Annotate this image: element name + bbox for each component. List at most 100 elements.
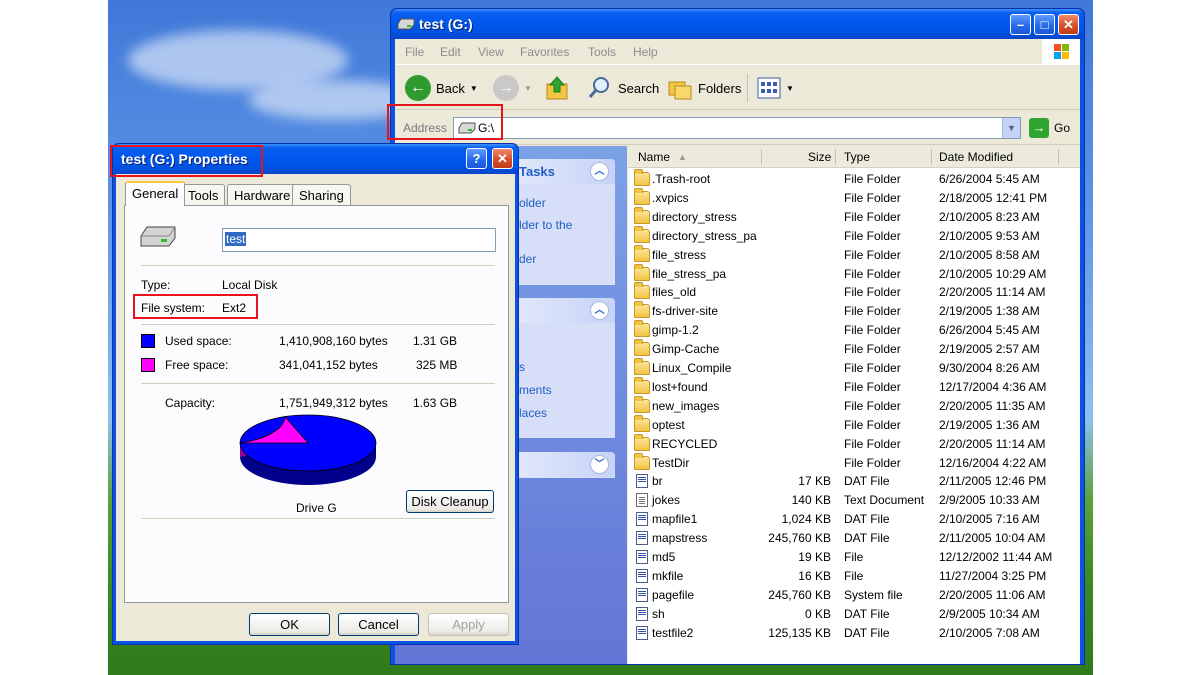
column-header-type[interactable]: Type	[844, 150, 870, 164]
volume-label-input[interactable]: test	[222, 228, 496, 252]
free-space-label: Free space:	[165, 358, 229, 372]
file-size: 17 KB	[798, 474, 831, 489]
task-link[interactable]: der	[519, 252, 536, 266]
apply-button[interactable]: Apply	[428, 613, 509, 636]
column-separator[interactable]	[931, 149, 932, 165]
file-row[interactable]: TestDir File Folder 12/16/2004 4:22 AM	[628, 452, 1080, 473]
task-link[interactable]: older	[519, 196, 546, 210]
file-row[interactable]: files_old File Folder 2/20/2005 11:14 AM	[628, 282, 1080, 302]
file-date-modified: 6/26/2004 5:45 AM	[939, 323, 1040, 338]
file-icon	[636, 531, 648, 546]
help-icon: ?	[472, 151, 481, 166]
task-link[interactable]: laces	[519, 406, 547, 420]
help-button[interactable]: ?	[466, 148, 487, 169]
file-row[interactable]: fs-driver-site File Folder 2/19/2005 1:38 …	[628, 301, 1080, 321]
file-date-modified: 2/10/2005 8:23 AM	[939, 209, 1040, 224]
file-row[interactable]: optest File Folder 2/19/2005 1:36 AM	[628, 414, 1080, 435]
file-row[interactable]: pagefile 245,760 KB System file 2/20/2005 1…	[628, 586, 1080, 605]
close-button[interactable]: ✕	[492, 148, 513, 169]
file-row[interactable]: mapstress 245,760 KB DAT File 2/11/2005 10:…	[628, 529, 1080, 548]
file-row[interactable]: directory_stress File Folder 2/10/2005 8:2…	[628, 206, 1080, 227]
file-name: files_old	[652, 285, 697, 300]
chevron-down-icon: ▼	[524, 83, 532, 93]
explorer-titlebar[interactable]: test (G:) – □ ✕	[391, 9, 1084, 39]
search-button[interactable]: Search	[587, 74, 659, 102]
column-header-size[interactable]: Size	[808, 150, 831, 164]
close-icon: ✕	[497, 151, 508, 166]
file-type: File Folder	[844, 172, 901, 186]
menu-help[interactable]: Help	[633, 45, 658, 59]
column-separator[interactable]	[1058, 149, 1059, 165]
file-row[interactable]: mkfile 16 KB File 11/27/2004 3:25 PM	[628, 567, 1080, 586]
screenshot-stage: test (G:) – □ ✕ File Edit View Favorites…	[0, 0, 1200, 675]
file-row[interactable]: br 17 KB DAT File 2/11/2005 12:46 PM	[628, 472, 1080, 491]
folders-button[interactable]: Folders	[667, 74, 741, 102]
file-row[interactable]: mapfile1 1,024 KB DAT File 2/10/2005 7:16 A…	[628, 510, 1080, 529]
address-dropdown-button[interactable]: ▼	[1002, 118, 1020, 138]
chevron-up-icon[interactable]: ︿	[590, 301, 609, 320]
file-row[interactable]: Gimp-Cache File Folder 2/19/2005 2:57 AM	[628, 339, 1080, 359]
file-row[interactable]: lost+found File Folder 12/17/2004 4:36 AM	[628, 376, 1080, 397]
file-row[interactable]: jokes 140 KB Text Document 2/9/2005 10:33 A…	[628, 491, 1080, 510]
task-link[interactable]: lder to the	[519, 218, 572, 232]
file-row[interactable]: .xvpics File Folder 2/18/2005 12:41 PM	[628, 187, 1080, 208]
back-arrow-icon: ←	[405, 75, 431, 101]
column-separator[interactable]	[835, 149, 836, 165]
file-size: 16 KB	[798, 568, 831, 583]
tab-sharing[interactable]: Sharing	[292, 184, 351, 205]
file-row[interactable]: RECYCLED File Folder 2/20/2005 11:14 AM	[628, 433, 1080, 454]
chevron-up-icon[interactable]: ︿	[590, 162, 609, 181]
menu-file[interactable]: File	[405, 45, 424, 59]
file-row[interactable]: gimp-1.2 File Folder 6/26/2004 5:45 AM	[628, 320, 1080, 340]
file-type: File Folder	[844, 417, 901, 432]
menu-favorites[interactable]: Favorites	[520, 45, 569, 59]
file-row[interactable]: testfile2 125,135 KB DAT File 2/10/2005 7:0…	[628, 624, 1080, 643]
go-label: Go	[1054, 121, 1071, 135]
address-input[interactable]: G:\ ▼	[453, 117, 1021, 139]
menu-tools[interactable]: Tools	[588, 45, 616, 59]
file-row[interactable]: new_images File Folder 2/20/2005 11:35 AM	[628, 395, 1080, 416]
drive-icon	[397, 18, 415, 30]
views-button[interactable]: ▼	[757, 74, 794, 102]
tab-tools-label: Tools	[188, 188, 219, 203]
up-button[interactable]	[545, 74, 569, 102]
file-name: Gimp-Cache	[652, 342, 720, 357]
ok-button[interactable]: OK	[249, 613, 330, 636]
separator	[141, 518, 495, 520]
task-link[interactable]: ments	[519, 383, 552, 397]
column-header-date-modified[interactable]: Date Modified	[939, 150, 1013, 164]
folder-icon	[634, 395, 650, 413]
back-button[interactable]: ← Back ▼	[405, 74, 478, 102]
file-name: new_images	[652, 398, 720, 413]
file-type: DAT File	[844, 625, 890, 640]
column-separator[interactable]	[761, 149, 762, 165]
file-date-modified: 2/19/2005 2:57 AM	[939, 342, 1040, 357]
file-row[interactable]: file_stress File Folder 2/10/2005 8:58 AM	[628, 244, 1080, 265]
file-type: File Folder	[844, 266, 901, 281]
column-header-name[interactable]: Name	[638, 150, 670, 164]
file-row[interactable]: directory_stress_pa File Folder 2/10/2005 …	[628, 225, 1080, 246]
cancel-button[interactable]: Cancel	[338, 613, 419, 636]
maximize-button[interactable]: □	[1034, 14, 1055, 35]
tab-tools[interactable]: Tools	[181, 184, 226, 205]
minimize-button[interactable]: –	[1010, 14, 1031, 35]
close-button[interactable]: ✕	[1058, 14, 1079, 35]
go-button[interactable]: → Go	[1029, 118, 1070, 138]
file-date-modified: 2/20/2005 11:06 AM	[939, 587, 1046, 602]
chevron-down-icon[interactable]: ﹀	[590, 455, 609, 474]
file-row[interactable]: md5 19 KB File 12/12/2002 11:44 AM	[628, 548, 1080, 567]
menu-view[interactable]: View	[478, 45, 504, 59]
tab-general[interactable]: General	[125, 181, 186, 206]
file-row[interactable]: file_stress_pa File Folder 2/10/2005 10:29…	[628, 263, 1080, 284]
file-type: DAT File	[844, 474, 890, 489]
file-row[interactable]: .Trash-root File Folder 6/26/2004 5:45 AM	[628, 169, 1080, 189]
tab-hardware[interactable]: Hardware	[227, 184, 298, 205]
file-row[interactable]: Linux_Compile File Folder 9/30/2004 8:26 A…	[628, 358, 1080, 378]
file-row[interactable]: sh 0 KB DAT File 2/9/2005 10:34 AM	[628, 605, 1080, 624]
disk-cleanup-button[interactable]: Disk Cleanup	[406, 490, 494, 513]
menu-edit[interactable]: Edit	[440, 45, 461, 59]
file-icon	[636, 606, 648, 621]
forward-button[interactable]: → ▼	[493, 74, 532, 102]
task-link[interactable]: s	[519, 360, 525, 374]
folder-icon	[634, 358, 650, 375]
